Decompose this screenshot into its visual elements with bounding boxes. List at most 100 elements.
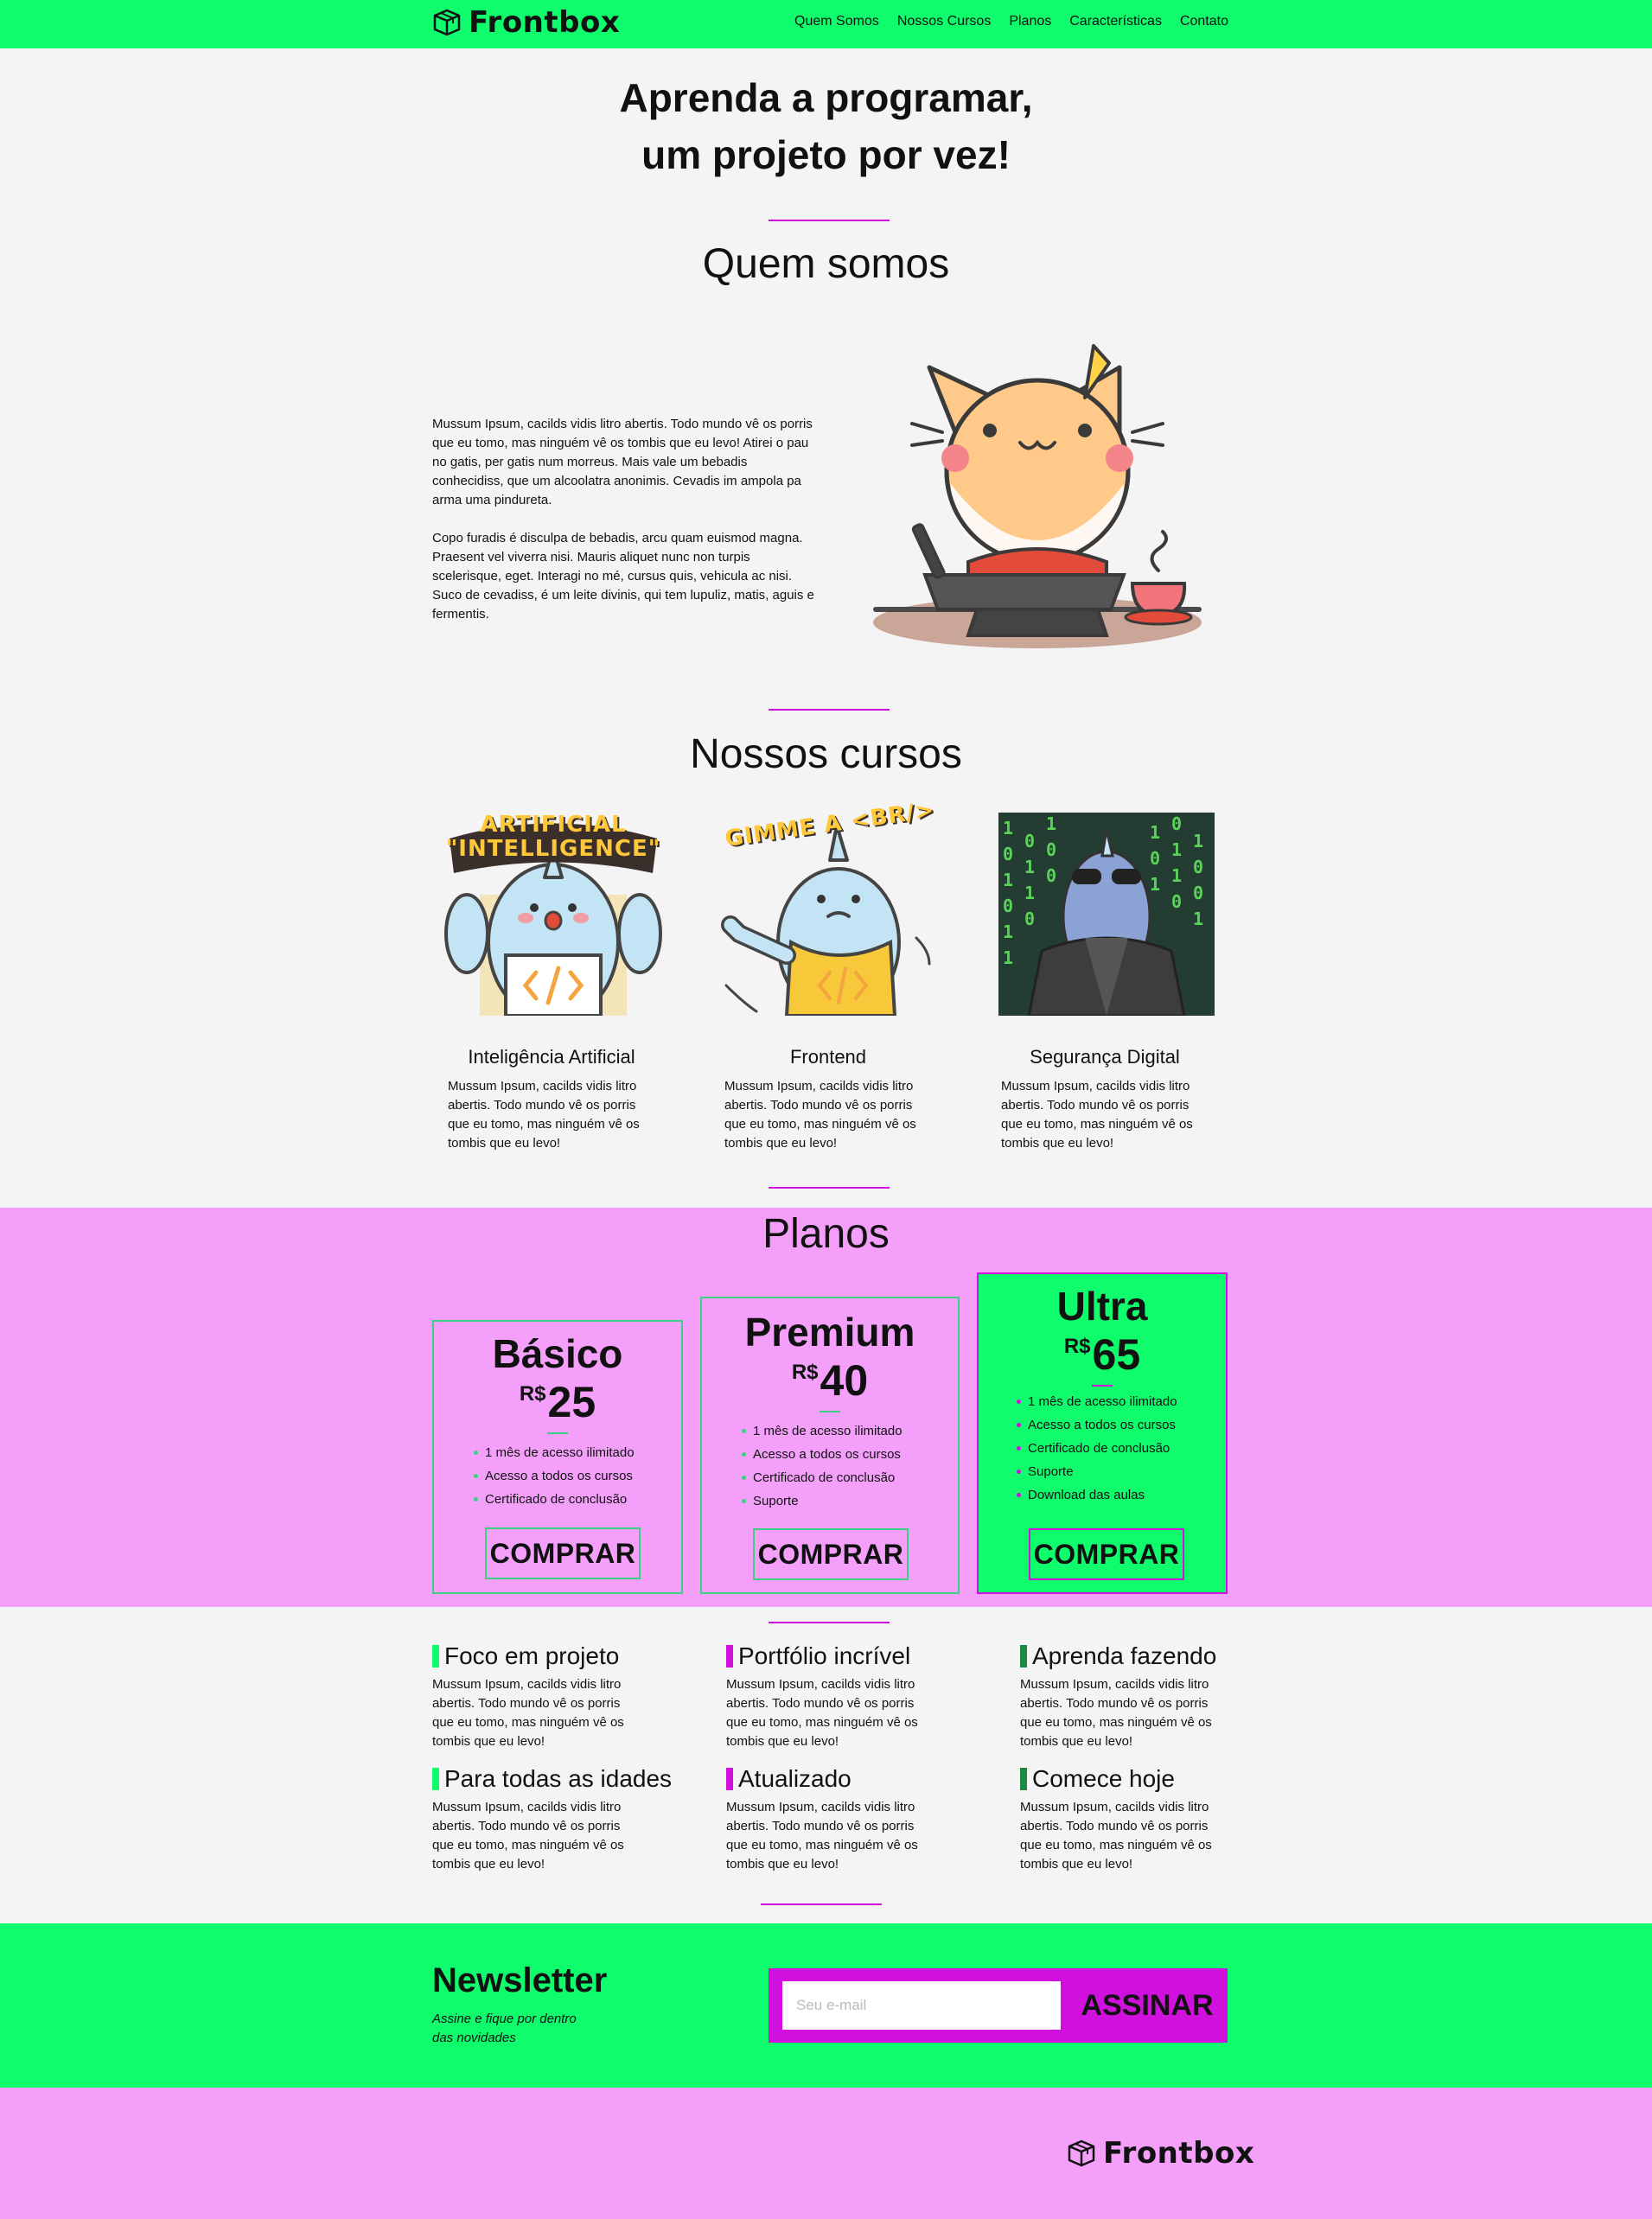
plan-feature: Suporte	[1017, 1460, 1226, 1483]
nav-link-nossos-cursos[interactable]: Nossos Cursos	[897, 14, 991, 29]
section-divider	[761, 1903, 882, 1905]
feature-item: Atualizado Mussum Ipsum, cacilds vidis l…	[726, 1765, 938, 1874]
feature-desc: Mussum Ipsum, cacilds vidis litro aberti…	[432, 1677, 624, 1749]
plan-feature: Acesso a todos os cursos	[742, 1443, 958, 1466]
svg-text:0: 0	[1046, 865, 1056, 886]
ai-banner-text: ARTIFICIAL "INTELLIGENCE"	[445, 812, 661, 862]
buy-button-premium[interactable]: COMPRAR	[753, 1528, 909, 1580]
svg-text:1: 1	[1024, 857, 1035, 877]
section-divider	[769, 709, 890, 711]
feature-bar	[726, 1645, 733, 1667]
svg-text:1: 1	[1003, 818, 1013, 839]
plan-underline	[547, 1432, 568, 1434]
svg-text:0: 0	[1024, 831, 1035, 851]
about-paragraph-2: Copo furadis é disculpa de bebadis, arcu…	[432, 531, 814, 622]
plan-price: R$ 25	[434, 1377, 681, 1427]
about-paragraph-1: Mussum Ipsum, cacilds vidis litro aberti…	[432, 417, 813, 507]
plan-name: Ultra	[1056, 1284, 1148, 1329]
plan-feature: 1 mês de acesso ilimitado	[1017, 1390, 1226, 1413]
main-nav: Quem Somos Nossos Cursos Planos Caracter…	[794, 14, 1228, 29]
feature-desc: Mussum Ipsum, cacilds vidis litro aberti…	[432, 1800, 624, 1871]
footer: Frontbox	[0, 2088, 1652, 2219]
top-header: Frontbox Quem Somos Nossos Cursos Planos…	[0, 0, 1652, 48]
plan-currency: R$	[791, 1361, 819, 1384]
plan-card-ultra: Ultra R$ 65 1 mês de acesso ilimitado Ac…	[977, 1272, 1228, 1594]
feature-item: Aprenda fazendo Mussum Ipsum, cacilds vi…	[1020, 1642, 1232, 1751]
course-desc-frontend: Mussum Ipsum, cacilds vidis litro aberti…	[724, 1079, 916, 1151]
nav-link-caracteristicas[interactable]: Características	[1069, 14, 1162, 29]
feature-item: Para todas as idades Mussum Ipsum, cacil…	[432, 1765, 672, 1874]
cat-at-computer-illustration	[873, 344, 1202, 648]
nav-link-quem-somos[interactable]: Quem Somos	[794, 14, 879, 29]
newsletter-subtitle: Assine e fique por dentro das novidades	[432, 2010, 577, 2048]
plan-name: Premium	[744, 1310, 915, 1355]
svg-text:1: 1	[1003, 921, 1013, 942]
svg-text:0: 0	[1171, 813, 1182, 834]
footer-logo[interactable]: Frontbox	[1067, 2136, 1254, 2171]
plan-price: R$ 40	[702, 1355, 958, 1406]
svg-text:0: 0	[1024, 909, 1035, 929]
svg-text:0: 0	[1150, 848, 1160, 869]
feature-title: Comece hoje	[1020, 1765, 1232, 1793]
feature-desc: Mussum Ipsum, cacilds vidis litro aberti…	[1020, 1800, 1212, 1871]
plan-underline	[1092, 1385, 1113, 1387]
section-divider	[769, 220, 890, 221]
hero-line-2: um projeto por vez!	[641, 132, 1011, 177]
plan-feature: 1 mês de acesso ilimitado	[474, 1441, 681, 1464]
course-image-security[interactable]: 101011 0110 100 101 0110 1001	[998, 813, 1215, 1016]
plan-feature: Suporte	[742, 1489, 958, 1513]
plan-card-premium: Premium R$ 40 1 mês de acesso ilimitado …	[700, 1297, 960, 1594]
course-image-frontend[interactable]: GIMME A <BR/>	[709, 797, 951, 1017]
feature-desc: Mussum Ipsum, cacilds vidis litro aberti…	[1020, 1677, 1212, 1749]
feature-title: Foco em projeto	[432, 1642, 644, 1670]
newsletter-subtitle-line: Assine e fique por dentro	[432, 2012, 577, 2026]
brand-name: Frontbox	[469, 5, 621, 40]
feature-title: Para todas as idades	[432, 1765, 672, 1793]
course-image-ai[interactable]: ARTIFICIAL "INTELLIGENCE"	[432, 812, 674, 1022]
newsletter-title: Newsletter	[432, 1961, 608, 1999]
nav-link-planos[interactable]: Planos	[1009, 14, 1051, 29]
plan-feature-list: 1 mês de acesso ilimitado Acesso a todos…	[474, 1441, 681, 1511]
svg-text:0: 0	[1171, 891, 1182, 912]
buy-button-ultra[interactable]: COMPRAR	[1029, 1528, 1184, 1580]
about-title: Quem somos	[702, 241, 950, 287]
feature-desc: Mussum Ipsum, cacilds vidis litro aberti…	[726, 1677, 918, 1749]
plan-card-basico: Básico R$ 25 1 mês de acesso ilimitado A…	[432, 1320, 683, 1594]
section-divider	[769, 1622, 890, 1623]
nav-link-contato[interactable]: Contato	[1180, 14, 1228, 29]
svg-text:0: 0	[1193, 883, 1203, 903]
svg-text:0: 0	[1003, 896, 1013, 916]
course-title-frontend: Frontend	[789, 1046, 867, 1068]
brand-logo[interactable]: Frontbox	[432, 5, 620, 40]
feature-item: Foco em projeto Mussum Ipsum, cacilds vi…	[432, 1642, 644, 1751]
plans-title: Planos	[762, 1211, 890, 1257]
email-input[interactable]	[782, 1981, 1061, 2030]
feature-title-text: Para todas as idades	[444, 1765, 673, 1792]
svg-text:1: 1	[1003, 947, 1013, 968]
plan-feature: Acesso a todos os cursos	[474, 1464, 681, 1488]
svg-text:1: 1	[1193, 909, 1203, 929]
plan-name: Básico	[492, 1331, 623, 1376]
feature-title: Portfólio incrível	[726, 1642, 938, 1670]
feature-bar	[1020, 1768, 1027, 1790]
subscribe-button[interactable]: ASSINAR	[1067, 1968, 1228, 2043]
feature-title-text: Comece hoje	[1032, 1765, 1175, 1792]
svg-text:1: 1	[1150, 822, 1160, 843]
svg-text:1: 1	[1150, 874, 1160, 895]
buy-button-basico[interactable]: COMPRAR	[485, 1527, 641, 1579]
box-icon	[433, 9, 461, 36]
newsletter-subtitle-line: das novidades	[432, 2031, 516, 2045]
newsletter-form: ASSINAR	[769, 1968, 1228, 2043]
courses-title: Nossos cursos	[690, 731, 962, 777]
plan-feature: Certificado de conclusão	[1017, 1437, 1226, 1460]
plan-price-value: 65	[1092, 1330, 1141, 1379]
svg-text:1: 1	[1171, 839, 1182, 860]
feature-bar	[1020, 1645, 1027, 1667]
feature-bar	[432, 1768, 439, 1790]
security-narwhal-illustration: 101011 0110 100 101 0110 1001	[1003, 813, 1203, 1016]
feature-item: Portfólio incrível Mussum Ipsum, cacilds…	[726, 1642, 938, 1751]
plan-feature-list: 1 mês de acesso ilimitado Acesso a todos…	[1017, 1390, 1226, 1507]
plan-underline	[820, 1411, 840, 1412]
course-desc-security: Mussum Ipsum, cacilds vidis litro aberti…	[1001, 1079, 1193, 1151]
plan-feature: Download das aulas	[1017, 1483, 1226, 1507]
